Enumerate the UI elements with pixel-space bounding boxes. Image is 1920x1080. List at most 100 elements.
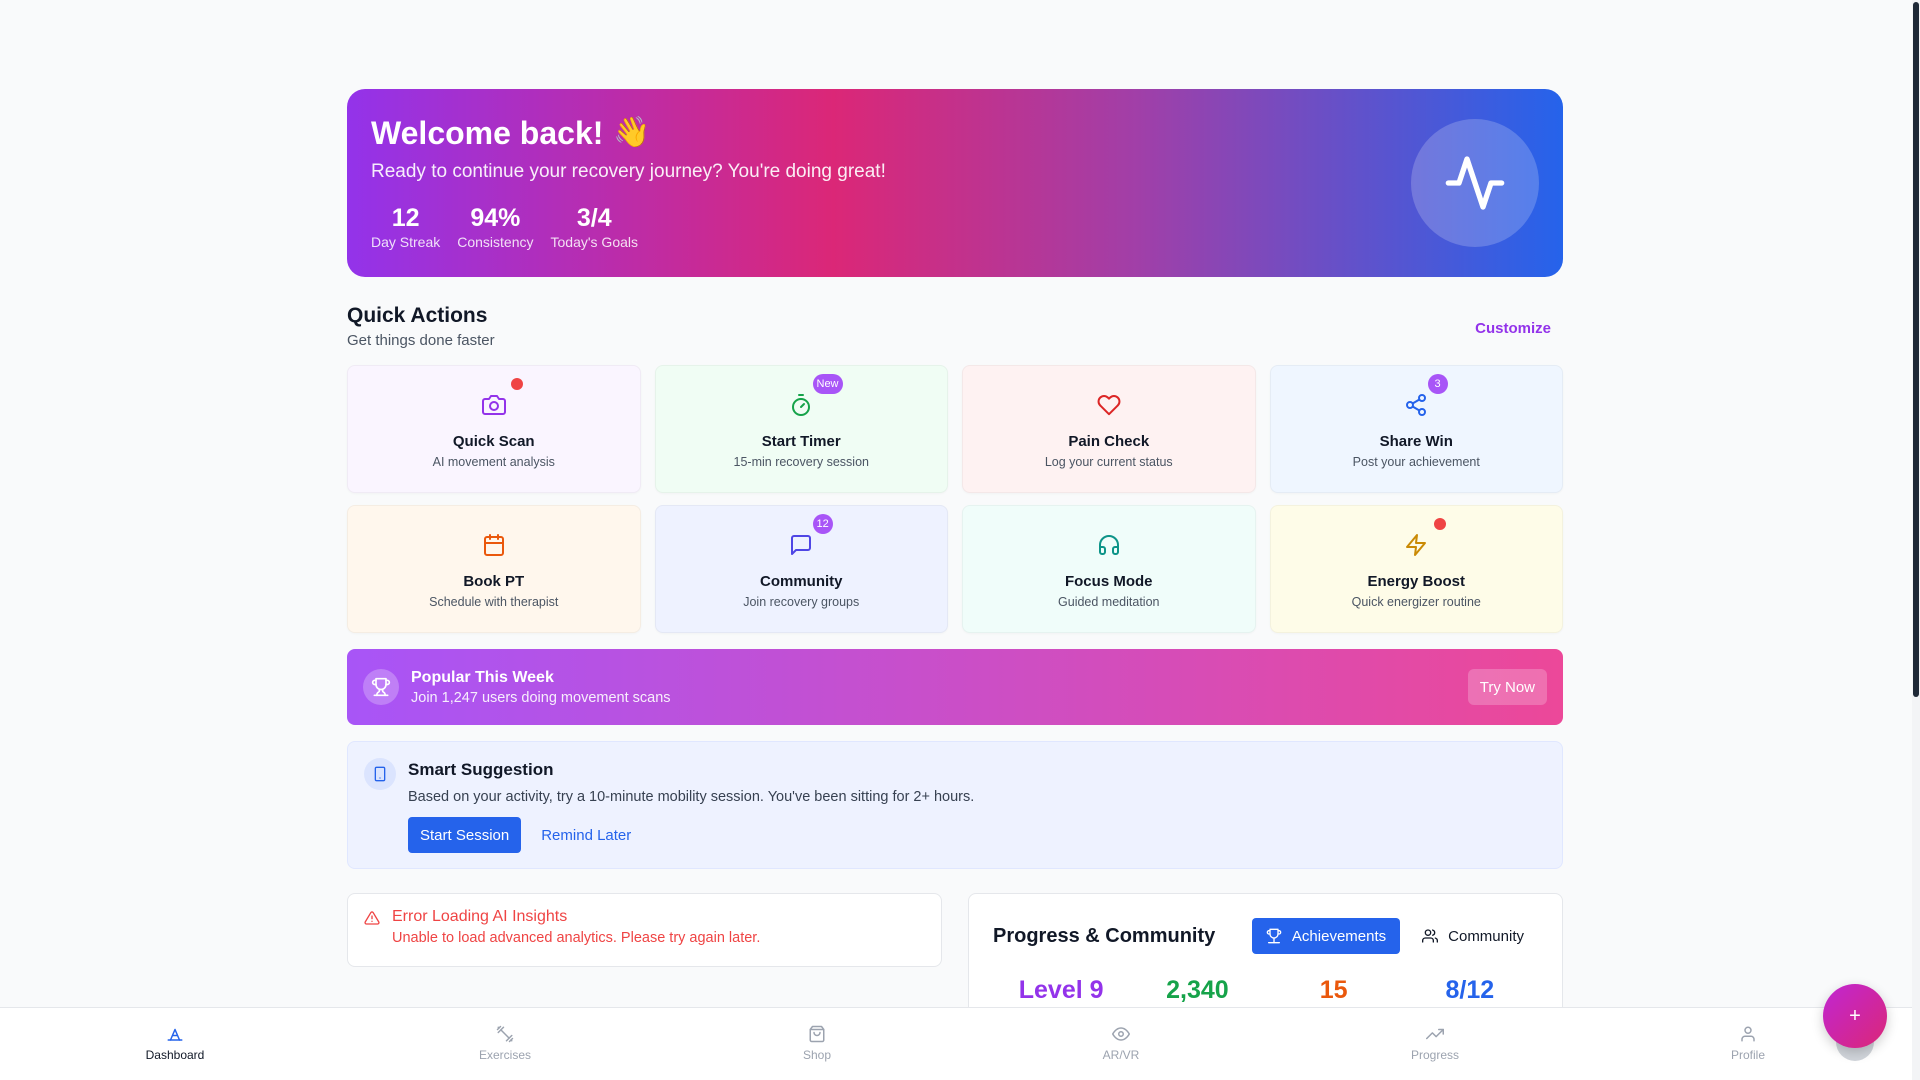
trophy-icon xyxy=(371,677,391,697)
add-fab-button[interactable]: + xyxy=(1823,984,1887,1048)
plus-icon: + xyxy=(1849,1004,1861,1027)
dumbbell-icon xyxy=(496,1025,514,1043)
count-badge: 3 xyxy=(1427,374,1448,394)
main-content: Welcome back! 👋 Ready to continue your r… xyxy=(347,89,1563,1033)
smartphone-icon-wrap xyxy=(364,758,396,790)
trophy-icon xyxy=(1266,928,1282,944)
tab-label: Achievements xyxy=(1291,927,1387,945)
smart-suggestion-card: Smart Suggestion Based on your activity,… xyxy=(347,741,1563,869)
smartphone-icon xyxy=(374,766,386,782)
headphones-icon xyxy=(1098,535,1119,555)
stat-points: 2,340 xyxy=(1166,976,1229,1004)
nav-profile[interactable]: Profile xyxy=(1688,1024,1808,1062)
welcome-title-row: Welcome back! 👋 xyxy=(371,113,1539,153)
tile-title: Share Win xyxy=(1379,433,1453,450)
notification-dot xyxy=(511,378,523,390)
tile-energy-boost[interactable]: Energy Boost Quick energizer routine xyxy=(1269,505,1563,633)
popular-subtitle: Join 1,247 users doing movement scans xyxy=(411,689,671,706)
tile-book-pt[interactable]: Book PT Schedule with therapist xyxy=(347,505,641,633)
customize-button[interactable]: Customize xyxy=(1475,320,1551,337)
stat-badges: 15 xyxy=(1319,976,1348,1004)
quick-actions-title: Quick Actions xyxy=(347,304,488,327)
nav-exercises[interactable]: Exercises xyxy=(445,1024,565,1062)
count-badge: 12 xyxy=(812,514,833,534)
tab-community[interactable]: Community xyxy=(1408,918,1538,954)
tile-title: Start Timer xyxy=(761,433,841,450)
welcome-subtitle: Ready to continue your recovery journey?… xyxy=(371,161,886,182)
trending-up-icon xyxy=(1426,1028,1444,1040)
tile-focus-mode[interactable]: Focus Mode Guided meditation xyxy=(962,505,1256,633)
error-title: Error Loading AI Insights xyxy=(392,908,568,925)
tile-title: Quick Scan xyxy=(452,433,535,450)
tile-title: Pain Check xyxy=(1068,433,1150,450)
scrollbar-thumb[interactable] xyxy=(1913,2,1919,697)
stat-label: Day Streak xyxy=(371,234,441,250)
nav-shop[interactable]: Shop xyxy=(757,1024,877,1062)
stat-goals: 8/12 xyxy=(1445,976,1495,1004)
tile-subtitle: Post your achievement xyxy=(1352,455,1480,469)
progress-tabs: Achievements Community xyxy=(1251,918,1538,954)
quick-actions-header: Quick Actions Get things done faster Cus… xyxy=(347,303,1563,349)
tile-subtitle: Schedule with therapist xyxy=(429,595,559,609)
waving-hand-icon: 👋 xyxy=(613,116,651,149)
popular-title: Popular This Week xyxy=(411,668,554,686)
alert-triangle-icon xyxy=(364,911,380,925)
hero-icon-circle xyxy=(1411,119,1539,247)
nav-progress[interactable]: Progress xyxy=(1375,1024,1495,1062)
stat-value: 94% xyxy=(470,204,521,232)
tile-title: Energy Boost xyxy=(1367,573,1465,590)
welcome-banner: Welcome back! 👋 Ready to continue your r… xyxy=(347,89,1563,277)
user-icon xyxy=(1741,1026,1755,1042)
nav-label: Shop xyxy=(802,1048,832,1062)
try-now-button[interactable]: Try Now xyxy=(1467,669,1547,705)
quick-actions-subtitle: Get things done faster xyxy=(347,332,495,349)
tile-subtitle: Log your current status xyxy=(1044,455,1173,469)
tab-achievements[interactable]: Achievements xyxy=(1251,918,1401,954)
tile-subtitle: Join recovery groups xyxy=(743,595,860,609)
tile-start-timer[interactable]: New Start Timer 15-min recovery session xyxy=(654,365,948,493)
tile-subtitle: 15-min recovery session xyxy=(733,455,869,469)
notification-dot xyxy=(1433,518,1446,530)
eye-icon xyxy=(1112,1027,1130,1041)
bottom-navigation: Dashboard Exercises Shop AR/VR Progress … xyxy=(0,1007,1912,1080)
tile-pain-check[interactable]: Pain Check Log your current status xyxy=(962,365,1256,493)
tab-label: Community xyxy=(1448,927,1524,945)
nav-label: AR/VR xyxy=(1102,1048,1140,1062)
stat-label: Consistency xyxy=(457,234,534,250)
share-icon xyxy=(1406,394,1427,416)
tile-subtitle: AI movement analysis xyxy=(432,455,555,469)
calendar-icon xyxy=(483,534,504,556)
tile-title: Book PT xyxy=(463,573,525,590)
start-session-button[interactable]: Start Session xyxy=(408,817,522,853)
stat-consistency: 94% Consistency xyxy=(457,203,533,250)
stat-level: Level 9 xyxy=(1018,976,1104,1004)
quick-actions-grid: Quick Scan AI movement analysis New Star… xyxy=(347,365,1563,633)
stat-value: 3/4 xyxy=(576,204,612,232)
nav-label: Exercises xyxy=(478,1048,531,1062)
activity-icon xyxy=(1445,156,1505,210)
tile-title: Community xyxy=(760,573,843,590)
stat-label: Today's Goals xyxy=(550,234,639,250)
stat-day-streak: 12 Day Streak xyxy=(371,203,440,250)
smart-suggestion-title: Smart Suggestion xyxy=(408,760,554,779)
welcome-title: Welcome back! xyxy=(371,115,604,151)
nav-label: Progress xyxy=(1410,1048,1460,1062)
stat-todays-goals: 3/4 Today's Goals xyxy=(551,203,639,250)
nav-dashboard[interactable]: Dashboard xyxy=(115,1024,235,1062)
tile-community[interactable]: 12 Community Join recovery groups xyxy=(654,505,948,633)
nav-ar-vr[interactable]: AR/VR xyxy=(1061,1024,1181,1062)
tile-subtitle: Guided meditation xyxy=(1058,595,1160,609)
shopping-bag-icon xyxy=(809,1025,825,1043)
heart-icon xyxy=(1097,395,1121,416)
tile-subtitle: Quick energizer routine xyxy=(1351,595,1481,609)
scrollbar[interactable] xyxy=(1912,0,1920,1080)
zap-icon xyxy=(1406,534,1427,556)
error-subtitle: Unable to load advanced analytics. Pleas… xyxy=(392,930,761,946)
tile-share-win[interactable]: 3 Share Win Post your achievement xyxy=(1269,365,1563,493)
popular-banner: Popular This Week Join 1,247 users doing… xyxy=(347,649,1563,725)
progress-title: Progress & Community xyxy=(993,924,1216,947)
tile-quick-scan[interactable]: Quick Scan AI movement analysis xyxy=(347,365,641,493)
dashboard-icon xyxy=(167,1028,183,1041)
progress-stats: Level 9 2,340 15 8/12 xyxy=(993,976,1538,1005)
remind-later-button[interactable]: Remind Later xyxy=(529,817,643,853)
